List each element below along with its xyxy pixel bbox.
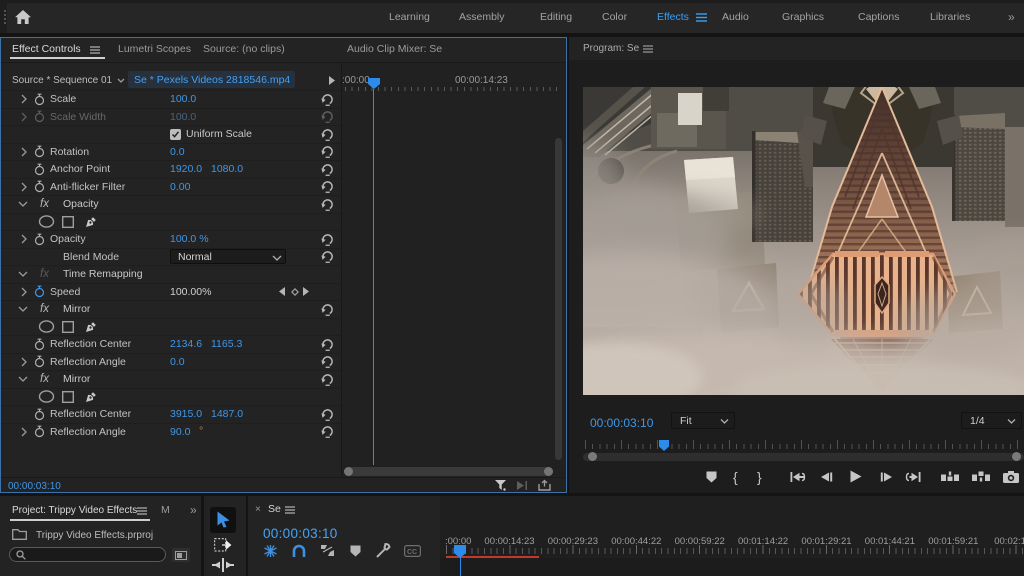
svg-text:CC: CC: [407, 549, 417, 556]
